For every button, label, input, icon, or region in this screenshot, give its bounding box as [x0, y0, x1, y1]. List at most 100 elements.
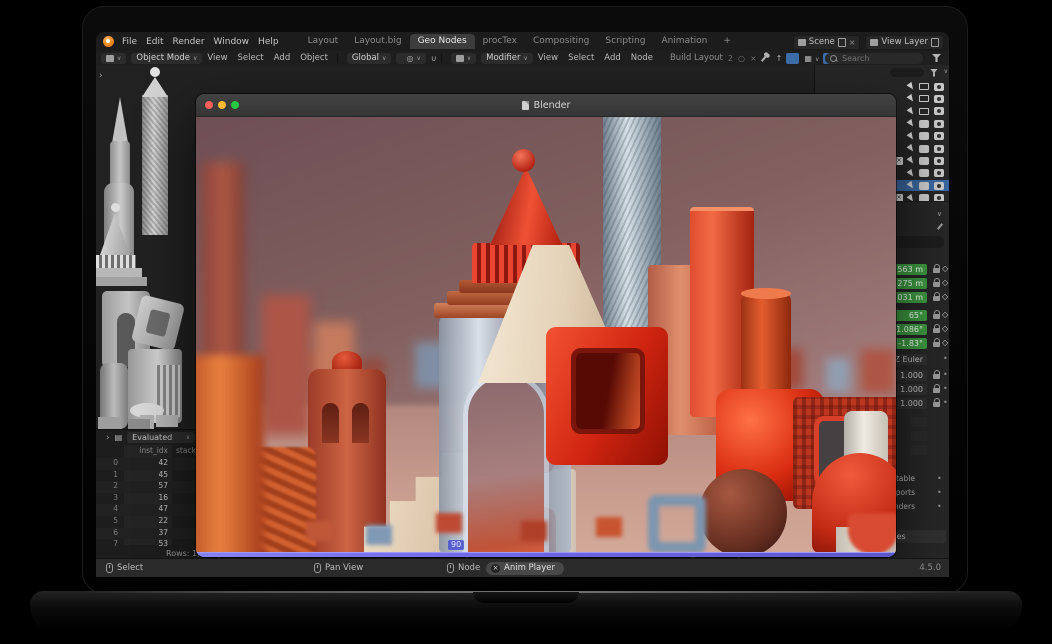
new-scene-icon[interactable]: [838, 38, 846, 47]
clay-step: [96, 277, 147, 286]
panel-toggle-icon[interactable]: ›: [106, 433, 110, 443]
blender-logo-icon[interactable]: [103, 36, 114, 47]
new-view-layer-icon[interactable]: [931, 38, 939, 47]
tab-layout-big[interactable]: Layout.big: [346, 34, 409, 49]
modifier-dropdown[interactable]: Modifier: [481, 53, 533, 64]
lock-icon[interactable]: [933, 314, 940, 319]
menu-window[interactable]: Window: [214, 37, 250, 47]
snap-node-icon[interactable]: [786, 53, 799, 64]
keyframe-icon[interactable]: [942, 278, 948, 287]
close-scene-icon[interactable]: ×: [849, 38, 856, 47]
keyframe-icon[interactable]: [942, 310, 948, 319]
view-layer-selector[interactable]: View Layer: [865, 35, 944, 50]
lock-icon[interactable]: [933, 342, 940, 347]
menu-edit[interactable]: Edit: [146, 37, 163, 47]
keyframe-icon[interactable]: [942, 338, 948, 347]
funnel-icon[interactable]: [930, 69, 938, 77]
node-editor-type-button[interactable]: [451, 53, 476, 64]
lock-icon[interactable]: [933, 374, 940, 379]
field-stub[interactable]: [911, 431, 927, 441]
divider: [441, 53, 442, 63]
menu-help[interactable]: Help: [258, 37, 279, 47]
node-menu-add[interactable]: Add: [604, 53, 620, 63]
camera-icon: [934, 132, 944, 140]
viewport-menu-view[interactable]: View: [207, 53, 227, 63]
hint-node: Node: [447, 563, 480, 573]
cursor-icon: [907, 156, 916, 165]
scene-selector[interactable]: Scene ×: [793, 35, 861, 50]
screen-icon: [919, 108, 929, 115]
editor-type-button[interactable]: [101, 53, 126, 64]
snap-magnet-icon[interactable]: ∪: [431, 54, 437, 63]
camera-icon: [934, 145, 944, 153]
render-window[interactable]: Blender: [196, 94, 896, 557]
cursor-icon: [907, 94, 916, 103]
screen-icon: [919, 132, 929, 140]
mouse-icon: [447, 563, 454, 573]
chevron-down-icon[interactable]: ∨: [937, 210, 942, 218]
tab-add-workspace[interactable]: +: [715, 34, 739, 49]
lock-icon[interactable]: [933, 268, 940, 273]
keyframe-icon[interactable]: [942, 292, 948, 301]
keyframe-icon[interactable]: [942, 324, 948, 333]
lock-icon[interactable]: [933, 402, 940, 407]
render-scattered-blocks: [436, 513, 462, 533]
node-menu-view[interactable]: View: [538, 53, 558, 63]
unlink-icon[interactable]: ×: [750, 54, 757, 63]
column-inst-idx[interactable]: inst_idx: [139, 446, 168, 455]
tab-geo-nodes[interactable]: Geo Nodes: [410, 34, 475, 49]
viewport-menu-add[interactable]: Add: [274, 53, 290, 63]
funnel-icon[interactable]: [932, 54, 941, 62]
lock-icon[interactable]: [933, 388, 940, 393]
pivot-icon: ◎: [406, 53, 413, 64]
keyframe-icon[interactable]: [942, 264, 948, 273]
lock-icon[interactable]: [933, 282, 940, 287]
lock-icon[interactable]: [933, 296, 940, 301]
snap-mode-icon[interactable]: ▦: [804, 54, 819, 63]
field-stub[interactable]: [911, 445, 927, 455]
dataset-icon: ▤: [115, 433, 123, 442]
transform-orientation-dropdown[interactable]: Global: [347, 53, 392, 64]
node-tree-name-field[interactable]: Build Layout 2 ○ ×: [670, 53, 757, 63]
stop-icon[interactable]: [491, 564, 500, 573]
panel-toggle-icon[interactable]: ›: [99, 71, 103, 81]
viewport-menu-select[interactable]: Select: [238, 53, 264, 63]
dataset-dropdown[interactable]: Evaluated: [127, 432, 195, 443]
pivot-point-dropdown[interactable]: ◎: [396, 53, 425, 64]
clay-spire: [112, 97, 128, 143]
clay-step: [96, 268, 142, 277]
menu-file[interactable]: File: [122, 37, 137, 47]
node-menu-select[interactable]: Select: [568, 53, 594, 63]
object-mode-dropdown[interactable]: Object Mode: [131, 53, 202, 64]
viewport-menu-object[interactable]: Object: [300, 53, 328, 63]
node-search[interactable]: [825, 53, 923, 64]
fake-user-icon[interactable]: ○: [738, 54, 745, 63]
window-title-bar[interactable]: Blender: [196, 94, 896, 117]
render-blue-frame: [648, 495, 706, 552]
user-count-badge: 2: [728, 54, 733, 63]
tab-proctex[interactable]: procTex: [475, 34, 525, 49]
cursor-icon: [907, 119, 916, 128]
decorator-dot: [943, 398, 948, 407]
search-input[interactable]: [840, 53, 904, 64]
timeline-progress[interactable]: [196, 552, 896, 557]
tab-animation[interactable]: Animation: [653, 34, 715, 49]
outliner-row[interactable]: [815, 81, 949, 92]
pin-icon[interactable]: [937, 223, 943, 230]
checkbox-icon: [895, 157, 903, 165]
menu-render[interactable]: Render: [173, 37, 205, 47]
parent-node-tree-icon[interactable]: ↑: [776, 54, 783, 63]
chevron-down-icon[interactable]: ∨: [944, 68, 948, 75]
field-stub[interactable]: [911, 417, 927, 427]
tab-layout[interactable]: Layout: [300, 34, 347, 49]
node-menu-node[interactable]: Node: [631, 53, 653, 63]
tab-scripting[interactable]: Scripting: [597, 34, 653, 49]
pin-icon[interactable]: [761, 55, 767, 62]
tab-compositing[interactable]: Compositing: [525, 34, 597, 49]
animation-timeline[interactable]: [196, 552, 896, 557]
anim-player-button[interactable]: Anim Player: [486, 562, 564, 575]
camera-icon: [934, 169, 944, 177]
outliner-search[interactable]: [890, 68, 924, 77]
version-label: 4.5.0: [919, 563, 941, 573]
lock-icon[interactable]: [933, 328, 940, 333]
